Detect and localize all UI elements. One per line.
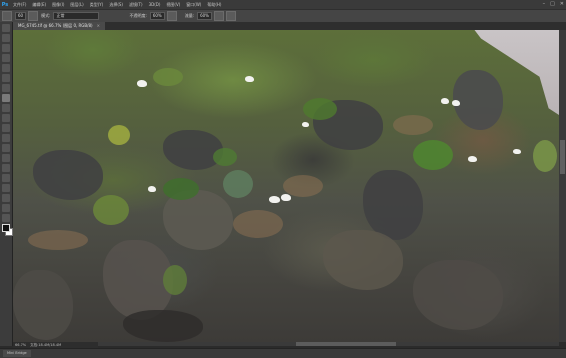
bird	[137, 80, 147, 87]
moss	[413, 140, 453, 170]
close-icon[interactable]: ✕	[560, 1, 564, 7]
app-logo: Ps	[1, 1, 9, 8]
vertical-scrollbar[interactable]	[559, 30, 566, 342]
menu-window[interactable]: 窗口(W)	[183, 2, 204, 8]
bird	[148, 186, 156, 192]
horizontal-scrollbar[interactable]	[96, 342, 559, 346]
lasso-tool-icon[interactable]	[2, 44, 10, 52]
menu-layer[interactable]: 图层(L)	[67, 2, 86, 8]
moss	[108, 125, 130, 145]
mode-label: 模式:	[41, 13, 51, 18]
bird	[468, 156, 477, 162]
scrollbar-thumb[interactable]	[296, 342, 396, 346]
moss	[303, 98, 337, 120]
bird	[281, 194, 291, 201]
quick-select-tool-icon[interactable]	[2, 54, 10, 62]
airbrush-icon[interactable]	[213, 11, 224, 21]
close-icon[interactable]: ×	[97, 23, 100, 28]
type-tool-icon[interactable]	[2, 174, 10, 182]
minimize-icon[interactable]: –	[543, 1, 546, 7]
dry-grass	[283, 175, 323, 197]
bird	[269, 196, 280, 203]
zoom-level[interactable]: 66.7%	[15, 343, 26, 347]
menu-edit[interactable]: 编辑(E)	[29, 2, 49, 8]
scrollbar-thumb[interactable]	[560, 140, 565, 174]
brush-panel-icon[interactable]	[28, 11, 39, 21]
healing-tool-icon[interactable]	[2, 84, 10, 92]
rock	[453, 70, 503, 130]
eraser-tool-icon[interactable]	[2, 124, 10, 132]
menu-filter[interactable]: 滤镜(T)	[126, 2, 146, 8]
menu-file[interactable]: 文件(F)	[10, 2, 29, 8]
menu-image[interactable]: 图像(I)	[49, 2, 67, 8]
bird	[245, 76, 254, 82]
moss	[93, 195, 129, 225]
brush-icon[interactable]	[2, 11, 12, 21]
eyedropper-tool-icon[interactable]	[2, 74, 10, 82]
rock	[323, 230, 403, 290]
menu-3d[interactable]: 3D(D)	[146, 2, 164, 7]
tools-panel	[0, 22, 13, 346]
moss	[213, 148, 237, 166]
zoom-tool-icon[interactable]	[2, 214, 10, 222]
moss	[533, 140, 557, 172]
bird	[441, 98, 449, 104]
mini-bridge-tab[interactable]: Mini Bridge	[3, 350, 31, 357]
options-bar: 60 模式: 正常 不透明度: 60% 流量: 60%	[0, 9, 566, 23]
gradient-tool-icon[interactable]	[2, 134, 10, 142]
rock	[33, 150, 103, 200]
moss	[153, 68, 183, 86]
window-controls: – □ ✕	[543, 1, 564, 7]
rock	[363, 170, 423, 240]
path-select-tool-icon[interactable]	[2, 184, 10, 192]
menu-select[interactable]: 选择(S)	[106, 2, 126, 8]
mode-select[interactable]: 正常	[53, 12, 100, 20]
menu-help[interactable]: 帮助(H)	[204, 2, 224, 8]
foreground-color-swatch[interactable]	[2, 224, 10, 232]
history-brush-tool-icon[interactable]	[2, 114, 10, 122]
brush-size[interactable]: 60	[15, 12, 27, 20]
crop-tool-icon[interactable]	[2, 64, 10, 72]
clone-stamp-tool-icon[interactable]	[2, 104, 10, 112]
pen-tool-icon[interactable]	[2, 164, 10, 172]
bird	[302, 122, 309, 127]
dry-grass	[393, 115, 433, 135]
rock	[123, 310, 203, 342]
rock	[163, 130, 223, 170]
document-canvas[interactable]	[13, 30, 559, 342]
document-info[interactable]: 文档:18.4M/18.4M	[30, 343, 61, 348]
move-tool-icon[interactable]	[2, 24, 10, 32]
hand-tool-icon[interactable]	[2, 204, 10, 212]
rock	[413, 260, 503, 330]
moss	[163, 178, 199, 200]
brush-tool-icon[interactable]	[2, 94, 10, 102]
dodge-tool-icon[interactable]	[2, 154, 10, 162]
document-tab-bar: MG_6745.tif @ 66.7% (图层 0, RGB/8) ×	[13, 22, 566, 30]
document-tab[interactable]: MG_6745.tif @ 66.7% (图层 0, RGB/8) ×	[13, 22, 105, 30]
flow-input[interactable]: 60%	[197, 12, 212, 20]
marquee-tool-icon[interactable]	[2, 34, 10, 42]
blur-tool-icon[interactable]	[2, 144, 10, 152]
moss	[163, 265, 187, 295]
pressure-size-icon[interactable]	[225, 11, 236, 21]
document-tab-title: MG_6745.tif @ 66.7% (图层 0, RGB/8)	[18, 23, 93, 28]
pressure-opacity-icon[interactable]	[166, 11, 177, 21]
brush-size-value[interactable]: 60	[15, 12, 27, 20]
dry-grass	[233, 210, 283, 238]
opacity-input[interactable]: 60%	[149, 12, 165, 20]
maximize-icon[interactable]: □	[550, 1, 555, 7]
bird	[513, 149, 521, 154]
menu-type[interactable]: 类型(Y)	[87, 2, 107, 8]
dry-grass	[28, 230, 88, 250]
opacity-label: 不透明度:	[129, 13, 147, 18]
bird	[452, 100, 460, 106]
rock	[13, 270, 73, 340]
flow-label: 流量:	[184, 13, 195, 18]
menu-bar: Ps 文件(F) 编辑(E) 图像(I) 图层(L) 类型(Y) 选择(S) 滤…	[0, 0, 566, 9]
shape-tool-icon[interactable]	[2, 194, 10, 202]
moss	[223, 170, 253, 198]
menu-view[interactable]: 视图(V)	[163, 2, 183, 8]
